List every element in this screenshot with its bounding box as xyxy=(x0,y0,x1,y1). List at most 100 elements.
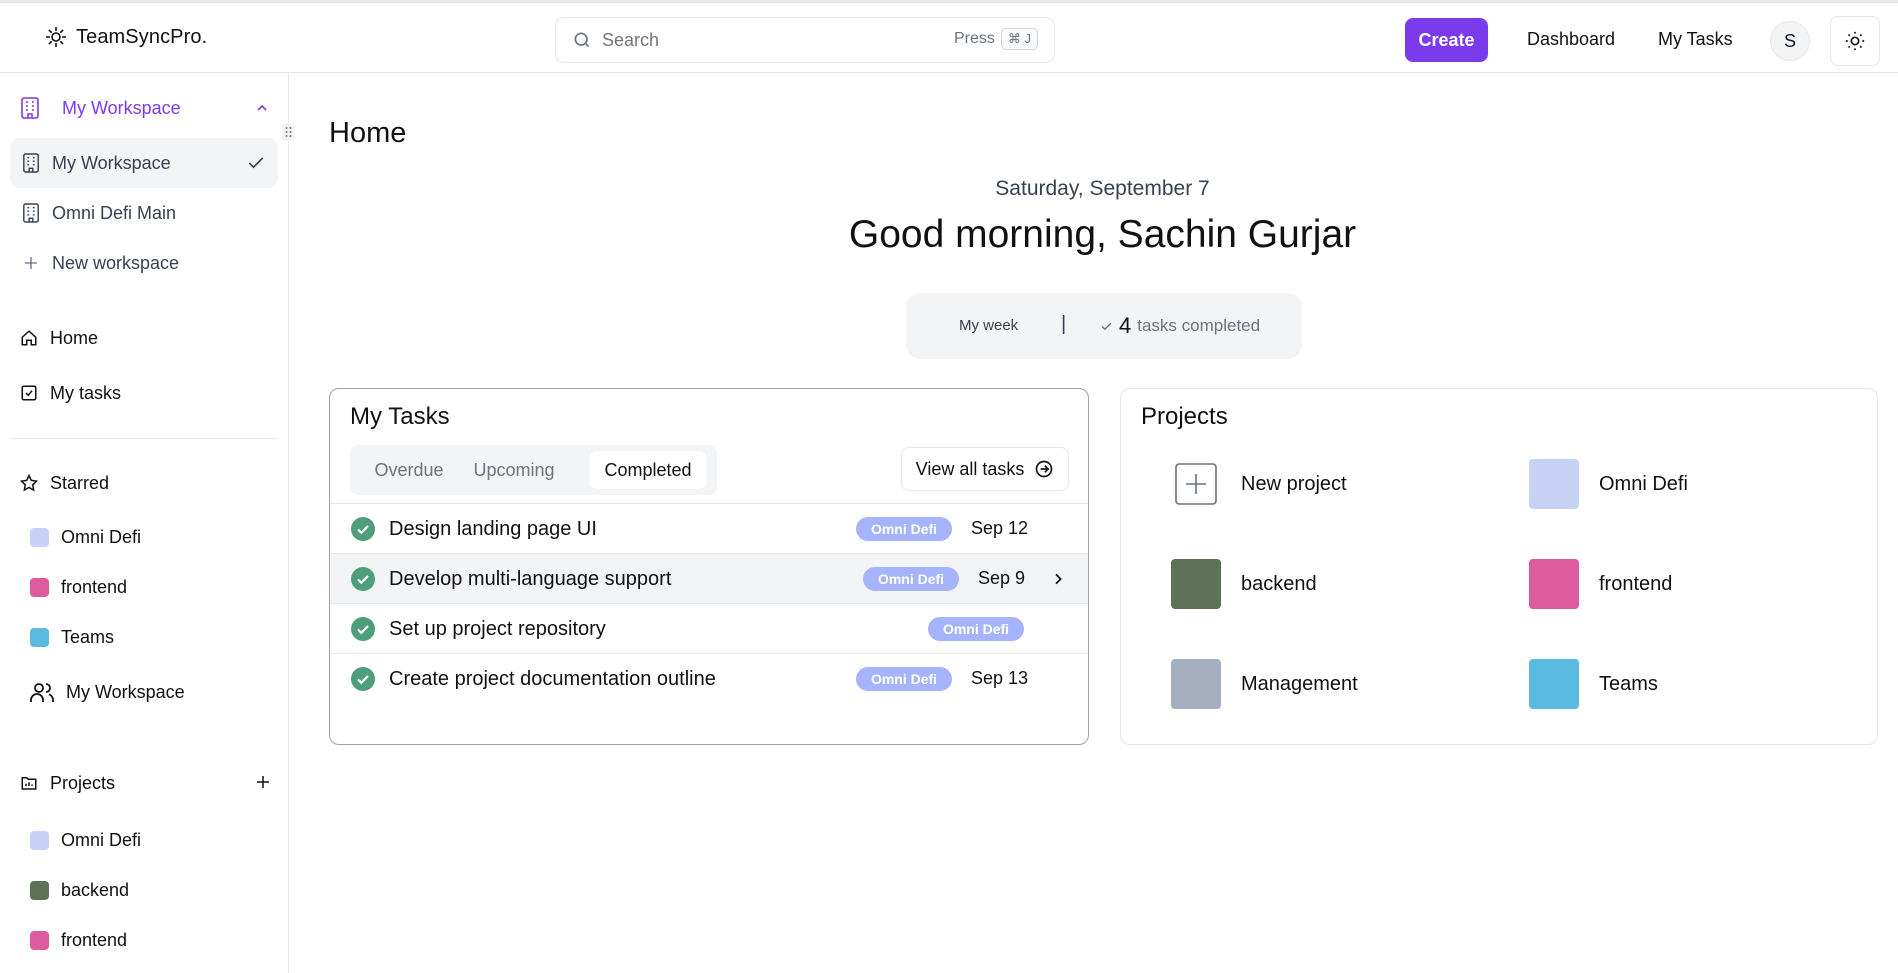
check-icon xyxy=(1100,320,1113,333)
project-name: backend xyxy=(1241,572,1317,595)
task-title: Create project documentation outline xyxy=(389,668,716,690)
project-color-tile xyxy=(1171,559,1221,609)
main-content: Home Saturday, September 7 Good morning,… xyxy=(289,73,1898,973)
starred-label: Starred xyxy=(50,472,110,493)
check-circle-icon[interactable] xyxy=(351,667,375,691)
project-card-teams[interactable]: Teams xyxy=(1529,659,1658,709)
project-card-frontend[interactable]: frontend xyxy=(1529,559,1672,609)
sidebar-item-label: Home xyxy=(50,327,99,348)
check-circle-icon[interactable] xyxy=(351,517,375,541)
workspace-item-omni-defi-main[interactable]: Omni Defi Main xyxy=(10,188,278,238)
project-badge: Omni Defi xyxy=(928,617,1024,641)
project-color-swatch xyxy=(30,527,49,547)
week-separator: | xyxy=(1061,313,1067,335)
project-item-frontend[interactable]: frontend xyxy=(30,925,127,955)
projects-section-header[interactable]: Projects xyxy=(20,768,115,798)
task-row[interactable]: Create project documentation outline Omn… xyxy=(330,653,1088,703)
task-title: Develop multi-language support xyxy=(389,568,672,590)
project-color-swatch xyxy=(30,577,49,597)
avatar[interactable]: S xyxy=(1770,21,1810,61)
starred-team-my-workspace[interactable]: My Workspace xyxy=(30,677,185,707)
check-square-icon xyxy=(20,384,38,402)
create-button[interactable]: Create xyxy=(1405,18,1488,62)
my-tasks-title: My Tasks xyxy=(350,403,450,430)
project-item-backend[interactable]: backend xyxy=(30,875,129,905)
add-project-plus-icon[interactable] xyxy=(254,773,272,791)
starred-item-frontend[interactable]: frontend xyxy=(30,572,127,602)
new-workspace-label: New workspace xyxy=(52,252,180,273)
project-badge: Omni Defi xyxy=(856,667,952,691)
search-input[interactable] xyxy=(602,29,902,51)
building-icon xyxy=(22,153,40,173)
project-color-swatch xyxy=(30,627,49,647)
tasks-completed-stat: 4 tasks completed xyxy=(1100,313,1260,339)
starred-item-label: Omni Defi xyxy=(61,526,142,547)
app-logo[interactable]: TeamSyncPro. xyxy=(44,25,207,49)
chevron-right-icon[interactable] xyxy=(1050,570,1066,588)
project-color-tile xyxy=(1529,459,1579,509)
task-title: Set up project repository xyxy=(389,618,606,640)
project-name: Teams xyxy=(1599,672,1658,695)
my-tasks-link[interactable]: My Tasks xyxy=(1658,29,1733,50)
theme-toggle-button[interactable] xyxy=(1830,16,1880,66)
task-row[interactable]: Set up project repository Omni Defi xyxy=(330,603,1088,653)
chevron-up-icon[interactable] xyxy=(254,100,270,116)
week-label[interactable]: My week xyxy=(959,317,1018,334)
project-badge: Omni Defi xyxy=(863,567,959,591)
project-item-label: Omni Defi xyxy=(61,829,142,850)
task-row[interactable]: Design landing page UI Omni Defi Sep 12 xyxy=(330,503,1088,553)
folder-chart-icon xyxy=(20,774,38,792)
project-card-omni-defi[interactable]: Omni Defi xyxy=(1529,459,1688,509)
dashboard-link[interactable]: Dashboard xyxy=(1527,29,1615,50)
workspace-switcher[interactable]: My Workspace xyxy=(20,93,270,123)
project-badge: Omni Defi xyxy=(856,517,952,541)
home-icon xyxy=(20,329,38,347)
logo-icon xyxy=(44,25,68,49)
project-name: frontend xyxy=(1599,572,1673,595)
tab-upcoming[interactable]: Upcoming xyxy=(462,451,566,489)
project-card-management[interactable]: Management xyxy=(1171,659,1358,709)
tasks-completed-label: tasks completed xyxy=(1137,316,1261,335)
projects-card: Projects New project Omni Defi backend f… xyxy=(1120,388,1878,745)
page-title: Home xyxy=(329,117,407,149)
sidebar-item-my-tasks[interactable]: My tasks xyxy=(20,378,121,408)
starred-item-label: Teams xyxy=(61,626,115,647)
view-all-tasks-button[interactable]: View all tasks xyxy=(901,447,1069,491)
greeting: Good morning, Sachin Gurjar xyxy=(848,213,1357,256)
arrow-right-circle-icon xyxy=(1034,459,1054,479)
project-item-label: backend xyxy=(61,879,130,900)
project-color-swatch xyxy=(30,830,49,850)
new-project-button[interactable]: New project xyxy=(1171,459,1347,509)
sidebar-divider xyxy=(10,438,278,439)
check-circle-icon[interactable] xyxy=(351,617,375,641)
starred-section-header[interactable]: Starred xyxy=(20,468,109,498)
search-box[interactable]: Press ⌘ J xyxy=(555,17,1055,63)
new-project-label: New project xyxy=(1241,472,1347,495)
tab-overdue[interactable]: Overdue xyxy=(356,451,462,489)
star-icon xyxy=(20,474,38,492)
shortcut-key: ⌘ J xyxy=(1000,28,1038,50)
tab-completed[interactable]: Completed xyxy=(590,451,706,489)
sidebar-item-label: My tasks xyxy=(50,382,122,403)
project-color-tile xyxy=(1529,659,1579,709)
check-circle-icon[interactable] xyxy=(351,567,375,591)
weekly-summary: My week | 4 tasks completed xyxy=(906,293,1302,359)
project-name: Management xyxy=(1241,672,1358,695)
building-icon xyxy=(20,97,40,119)
projects-label: Projects xyxy=(50,772,116,793)
project-item-omni-defi[interactable]: Omni Defi xyxy=(30,825,141,855)
workspace-item-my-workspace[interactable]: My Workspace xyxy=(10,138,278,188)
check-icon xyxy=(246,153,266,173)
task-row[interactable]: Develop multi-language support Omni Defi… xyxy=(330,553,1088,603)
project-card-backend[interactable]: backend xyxy=(1171,559,1317,609)
starred-item-omni-defi[interactable]: Omni Defi xyxy=(30,522,141,552)
project-color-tile xyxy=(1171,659,1221,709)
starred-item-label: frontend xyxy=(61,576,128,597)
new-workspace-button[interactable]: New workspace xyxy=(10,238,278,288)
search-shortcut-hint: Press ⌘ J xyxy=(954,28,1038,50)
project-color-swatch xyxy=(30,930,49,950)
sidebar-item-home[interactable]: Home xyxy=(20,323,98,353)
search-hint-text: Press xyxy=(953,30,995,47)
my-tasks-card: My Tasks Overdue Upcoming Completed View… xyxy=(329,388,1089,745)
starred-item-teams[interactable]: Teams xyxy=(30,622,114,652)
